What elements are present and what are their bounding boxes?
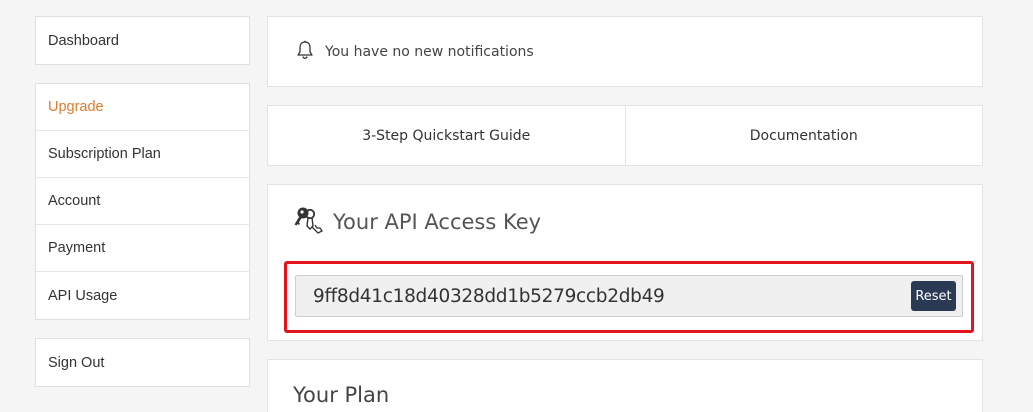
plan-title: Your Plan [293, 383, 390, 407]
key-icon [293, 205, 325, 239]
sidebar-item-api-usage[interactable]: API Usage [36, 272, 249, 319]
api-key-panel: Your API Access Key 9ff8d41c18d40328dd1b… [267, 184, 983, 341]
sidebar-item-upgrade[interactable]: Upgrade [36, 84, 249, 131]
sidebar-item-dashboard[interactable]: Dashboard [36, 17, 249, 64]
sidebar-item-account[interactable]: Account [36, 178, 249, 225]
documentation-link[interactable]: Documentation [624, 106, 983, 165]
api-key-highlight: 9ff8d41c18d40328dd1b5279ccb2db49 Reset [284, 261, 974, 333]
notifications-text: You have no new notifications [325, 43, 534, 60]
quickstart-guide-link[interactable]: 3-Step Quickstart Guide [268, 106, 625, 165]
notifications-panel: You have no new notifications [267, 16, 983, 87]
reset-button[interactable]: Reset [911, 281, 956, 311]
api-key-field[interactable]: 9ff8d41c18d40328dd1b5279ccb2db49 Reset [295, 275, 963, 317]
api-key-header: Your API Access Key [293, 205, 541, 239]
sidebar-item-sign-out[interactable]: Sign Out [36, 339, 249, 386]
api-key-value[interactable]: 9ff8d41c18d40328dd1b5279ccb2db49 [313, 286, 911, 307]
plan-panel: Your Plan [267, 359, 983, 412]
sidebar-dashboard-group: Dashboard [35, 16, 250, 65]
quick-links: 3-Step Quickstart Guide Documentation [267, 105, 983, 166]
sidebar-signout-group: Sign Out [35, 338, 250, 387]
sidebar-item-subscription-plan[interactable]: Subscription Plan [36, 131, 249, 178]
sidebar-menu: Upgrade Subscription Plan Account Paymen… [35, 83, 250, 320]
bell-icon [295, 40, 315, 64]
api-key-title: Your API Access Key [333, 210, 542, 234]
sidebar-item-payment[interactable]: Payment [36, 225, 249, 272]
